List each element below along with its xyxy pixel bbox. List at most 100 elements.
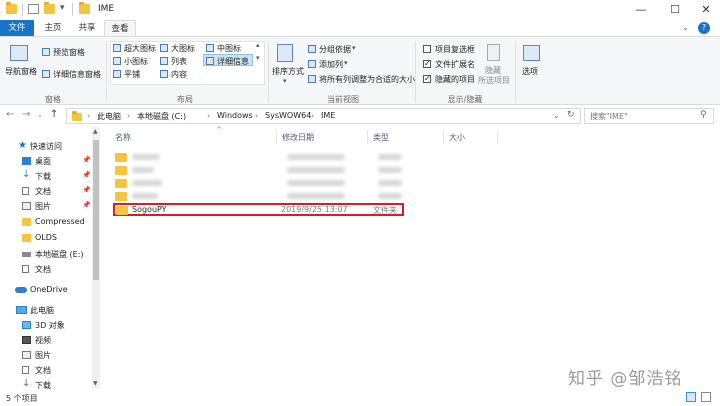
help-icon[interactable]: ?: [698, 22, 710, 34]
breadcrumb-windows[interactable]: Windows: [217, 111, 253, 120]
breadcrumb-ime[interactable]: IME: [321, 111, 335, 120]
navigation-pane-button[interactable]: 导航窗格: [5, 66, 37, 77]
file-extensions-label: 文件扩展名: [435, 60, 475, 69]
layout-details[interactable]: 详细信息: [217, 56, 249, 67]
breadcrumb-syswow64[interactable]: SysWOW64: [265, 111, 311, 120]
scroll-down-icon[interactable]: ▼: [93, 380, 98, 387]
layout-extra-large-icons[interactable]: 超大图标: [124, 43, 156, 54]
table-row-highlighted[interactable]: SogouPY 2019/9/25 13:07 文件夹: [113, 203, 404, 216]
gallery-scroll-up-icon[interactable]: ▴: [256, 41, 260, 49]
list-item[interactable]: [112, 164, 512, 176]
layout-content[interactable]: 内容: [171, 69, 187, 80]
pin-icon[interactable]: 📌: [82, 201, 91, 209]
maximize-button[interactable]: ☐: [659, 0, 691, 20]
tab-home[interactable]: 主页: [38, 20, 68, 36]
nav-item-documents-2[interactable]: 文档: [0, 262, 92, 276]
back-button[interactable]: ←: [6, 109, 14, 120]
nav-item-compressed[interactable]: Compressed: [0, 215, 92, 229]
item-checkboxes-checkbox[interactable]: [423, 45, 431, 53]
pin-icon[interactable]: 📌: [82, 171, 91, 179]
nav-item-documents-3[interactable]: 文档: [0, 363, 92, 377]
nav-item-quick-access[interactable]: ★ 快速访问: [0, 139, 92, 153]
search-icon[interactable]: ⚲: [700, 110, 707, 120]
column-header-size[interactable]: 大小: [449, 132, 465, 143]
tab-view[interactable]: 查看: [104, 20, 136, 37]
column-divider[interactable]: [497, 130, 498, 144]
close-button[interactable]: ✕: [690, 0, 720, 20]
quick-access-dropdown-icon[interactable]: ▾: [60, 3, 65, 13]
large-icons-view-icon[interactable]: [701, 392, 711, 402]
options-icon[interactable]: [523, 45, 540, 61]
add-columns-button[interactable]: 添加列: [319, 59, 343, 70]
tab-share[interactable]: 共享: [72, 20, 102, 36]
search-input[interactable]: 搜索"IME" ⚲: [584, 108, 714, 124]
size-all-columns-button[interactable]: 将所有列调整为合适的大小: [319, 74, 415, 85]
details-pane-button[interactable]: 详细信息窗格: [53, 69, 101, 80]
nav-item-this-pc[interactable]: 此电脑: [0, 303, 92, 317]
sort-by-button[interactable]: 排序方式: [272, 66, 304, 77]
nav-item-onedrive[interactable]: OneDrive: [0, 283, 92, 297]
nav-item-3d-objects[interactable]: 3D 对象: [0, 318, 92, 332]
layout-large-icons[interactable]: 大图标: [171, 43, 195, 54]
file-extensions-checkbox[interactable]: ✓: [423, 60, 431, 68]
breadcrumb-local-disk-c[interactable]: 本地磁盘 (C:): [137, 111, 186, 122]
layout-small-icons[interactable]: 小图标: [124, 56, 148, 67]
list-item[interactable]: [112, 177, 512, 189]
navigation-pane-icon[interactable]: [10, 45, 28, 61]
sort-by-dropdown-icon[interactable]: ▾: [283, 77, 287, 85]
desktop-icon: [22, 157, 31, 165]
nav-item-downloads[interactable]: ↓ 下载 📌: [0, 169, 92, 183]
properties-icon[interactable]: [28, 4, 39, 14]
column-divider[interactable]: [367, 130, 368, 144]
column-header-name[interactable]: 名称: [115, 132, 131, 143]
minimize-button[interactable]: —: [625, 0, 657, 20]
expand-ribbon-icon[interactable]: ⌄: [682, 23, 689, 32]
pin-icon[interactable]: 📌: [82, 186, 91, 194]
new-folder-icon[interactable]: [44, 2, 55, 14]
options-button[interactable]: 选项: [522, 66, 538, 77]
group-by-dropdown-icon[interactable]: ▾: [352, 44, 356, 52]
hidden-items-checkbox[interactable]: ✓: [423, 75, 431, 83]
nav-item-pictures-2[interactable]: 图片: [0, 348, 92, 362]
nav-item-pictures[interactable]: 图片 📌: [0, 199, 92, 213]
list-item[interactable]: [112, 151, 512, 163]
group-label-layout: 布局: [177, 95, 193, 104]
scroll-up-icon[interactable]: ▲: [93, 128, 98, 135]
nav-item-olds[interactable]: OLDS: [0, 231, 92, 245]
hide-selected-icon[interactable]: [487, 44, 500, 61]
address-bar[interactable]: › 此电脑 › 本地磁盘 (C:) › Windows › SysWOW64 ›…: [66, 108, 581, 124]
chevron-right-icon[interactable]: ›: [255, 111, 258, 120]
sort-by-icon[interactable]: [277, 44, 293, 62]
pin-icon[interactable]: 📌: [82, 156, 91, 164]
chevron-right-icon[interactable]: ›: [87, 111, 90, 120]
forward-button[interactable]: →: [22, 109, 30, 120]
nav-item-videos[interactable]: 视频: [0, 333, 92, 347]
chevron-right-icon[interactable]: ›: [311, 111, 314, 120]
add-columns-dropdown-icon[interactable]: ▾: [344, 59, 348, 67]
address-dropdown-icon[interactable]: ⌄: [553, 111, 560, 120]
nav-item-local-disk-e[interactable]: 本地磁盘 (E:): [0, 247, 92, 261]
gallery-scroll-down-icon[interactable]: ▾: [256, 54, 260, 62]
list-item[interactable]: [112, 190, 512, 202]
column-header-modified[interactable]: 修改日期: [282, 132, 314, 143]
group-by-button[interactable]: 分组依据: [319, 44, 351, 55]
up-button[interactable]: ↑: [50, 109, 58, 120]
nav-item-documents[interactable]: 文档 📌: [0, 184, 92, 198]
chevron-right-icon[interactable]: ›: [207, 111, 210, 120]
column-divider[interactable]: [443, 130, 444, 144]
nav-item-label: 文档: [35, 187, 51, 196]
recent-locations-icon[interactable]: ⌄: [37, 111, 43, 119]
refresh-icon[interactable]: ↻: [567, 110, 575, 120]
nav-item-desktop[interactable]: 桌面 📌: [0, 154, 92, 168]
details-view-icon[interactable]: [686, 392, 696, 402]
layout-medium-icons[interactable]: 中图标: [217, 43, 241, 54]
preview-pane-button[interactable]: 预览窗格: [53, 47, 85, 58]
chevron-right-icon[interactable]: ›: [127, 111, 130, 120]
layout-list[interactable]: 列表: [171, 56, 187, 67]
column-divider[interactable]: [276, 130, 277, 144]
tab-file[interactable]: 文件: [0, 20, 34, 36]
nav-pane-scrollbar-thumb[interactable]: [93, 140, 99, 280]
breadcrumb-this-pc[interactable]: 此电脑: [97, 111, 121, 122]
layout-tiles[interactable]: 平铺: [124, 69, 140, 80]
column-header-type[interactable]: 类型: [373, 132, 389, 143]
